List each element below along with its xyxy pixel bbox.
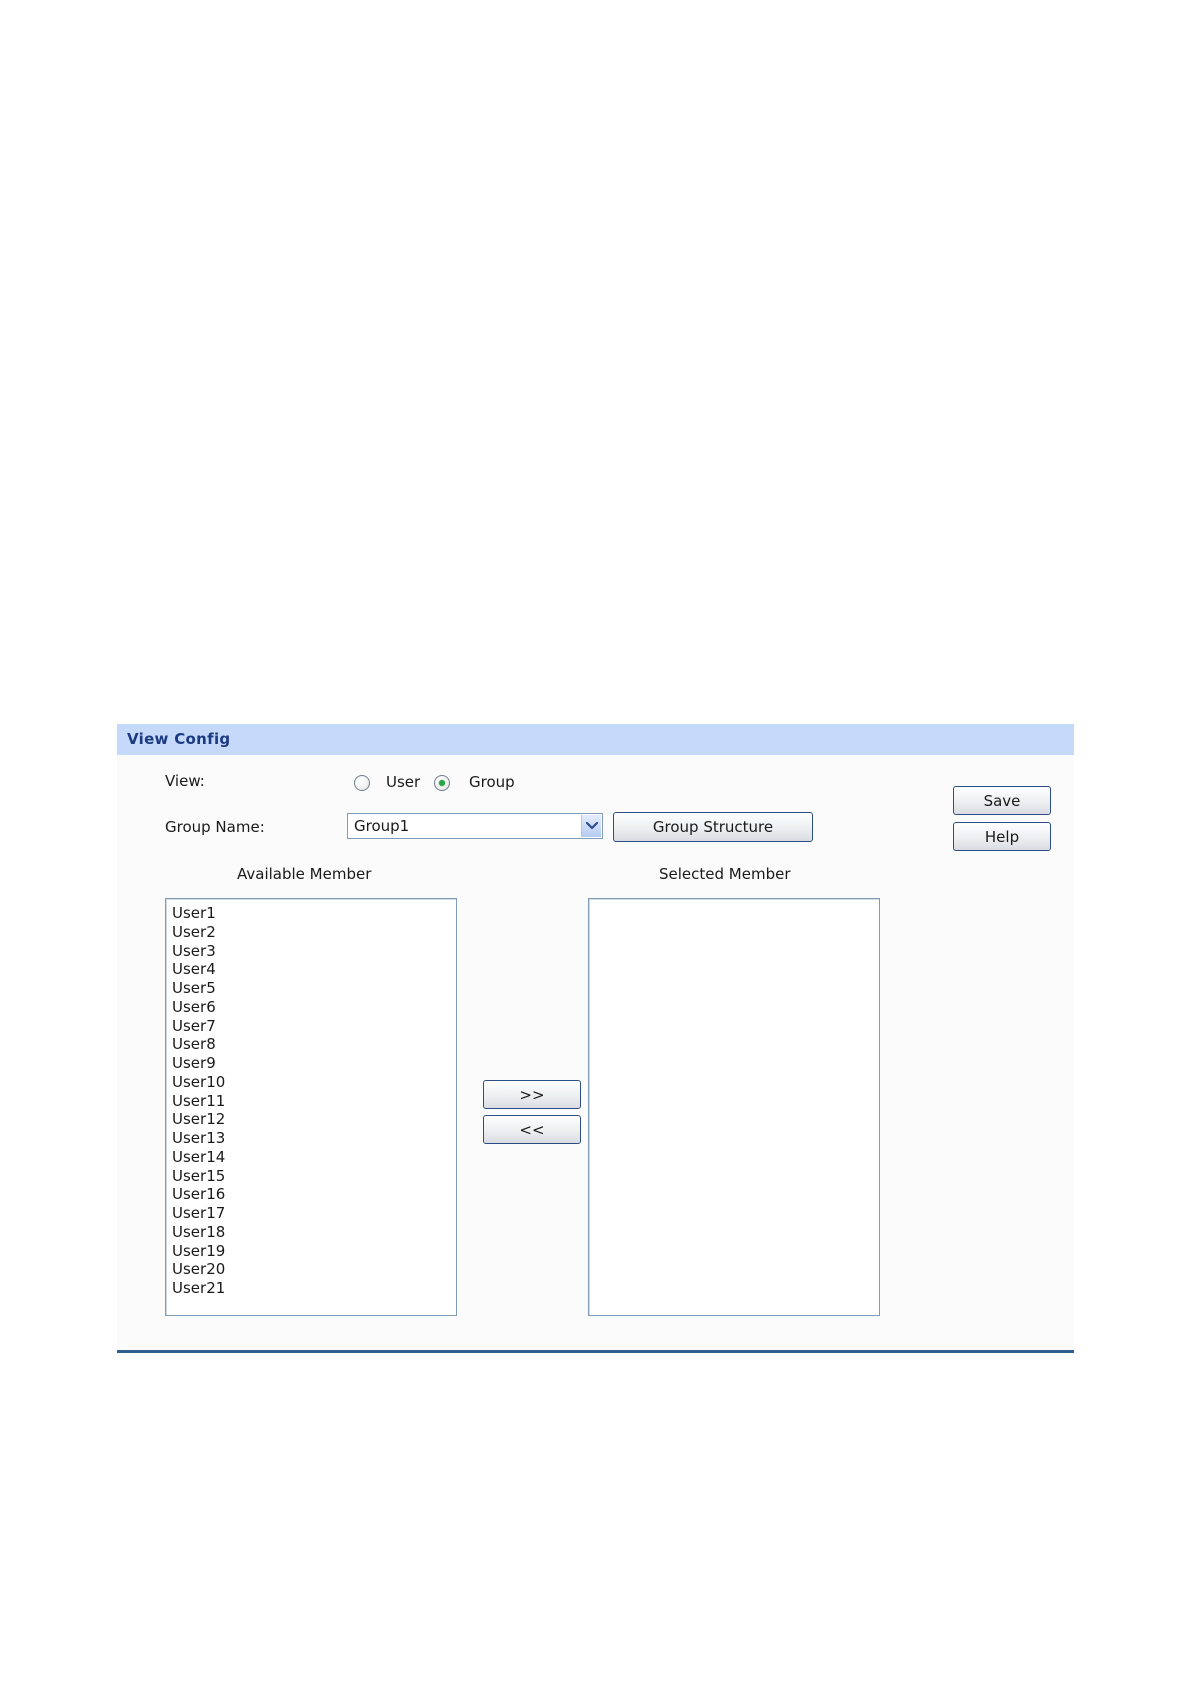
list-item[interactable]: User16 xyxy=(166,1185,456,1204)
panel-body: View: User Group Group Name: Group1 Grou… xyxy=(117,755,1074,1350)
save-button[interactable]: Save xyxy=(953,786,1051,815)
list-item[interactable]: User1 xyxy=(166,904,456,923)
available-member-items: User1 User2 User3 User4 User5 User6 User7 User8… xyxy=(166,904,456,1298)
panel-header: View Config xyxy=(117,724,1074,755)
panel-title: View Config xyxy=(127,730,231,748)
add-member-button[interactable]: >> xyxy=(483,1080,581,1109)
chevron-down-icon xyxy=(586,821,598,830)
list-item[interactable]: User5 xyxy=(166,979,456,998)
group-structure-button[interactable]: Group Structure xyxy=(613,812,813,842)
list-item[interactable]: User2 xyxy=(166,923,456,942)
view-user-label[interactable]: User xyxy=(386,773,420,791)
list-item[interactable]: User8 xyxy=(166,1035,456,1054)
view-group-radio[interactable] xyxy=(434,775,450,791)
group-name-value: Group1 xyxy=(354,817,410,835)
list-item[interactable]: User6 xyxy=(166,998,456,1017)
dropdown-arrow-button[interactable] xyxy=(581,815,601,837)
view-user-radio[interactable] xyxy=(354,775,370,791)
list-item[interactable]: User15 xyxy=(166,1167,456,1186)
list-item[interactable]: User20 xyxy=(166,1260,456,1279)
view-label: View: xyxy=(165,772,205,790)
available-member-list[interactable]: User1 User2 User3 User4 User5 User6 User7 User8… xyxy=(165,898,457,1316)
list-item[interactable]: User4 xyxy=(166,960,456,979)
view-group-label[interactable]: Group xyxy=(469,773,515,791)
panel-bottom-rule xyxy=(117,1350,1074,1353)
list-item[interactable]: User3 xyxy=(166,942,456,961)
help-button[interactable]: Help xyxy=(953,822,1051,851)
group-name-label: Group Name: xyxy=(165,818,265,836)
list-item[interactable]: User14 xyxy=(166,1148,456,1167)
list-item[interactable]: User10 xyxy=(166,1073,456,1092)
list-item[interactable]: User9 xyxy=(166,1054,456,1073)
list-item[interactable]: User11 xyxy=(166,1092,456,1111)
list-item[interactable]: User13 xyxy=(166,1129,456,1148)
selected-member-list[interactable] xyxy=(588,898,880,1316)
available-member-heading: Available Member xyxy=(237,865,372,883)
list-item[interactable]: User18 xyxy=(166,1223,456,1242)
group-name-select[interactable]: Group1 xyxy=(347,813,603,839)
remove-member-button[interactable]: << xyxy=(483,1115,581,1144)
view-config-panel: View Config View: User Group Group Name:… xyxy=(117,724,1074,1354)
list-item[interactable]: User7 xyxy=(166,1017,456,1036)
list-item[interactable]: User12 xyxy=(166,1110,456,1129)
list-item[interactable]: User17 xyxy=(166,1204,456,1223)
list-item[interactable]: User19 xyxy=(166,1242,456,1261)
selected-member-heading: Selected Member xyxy=(659,865,791,883)
list-item[interactable]: User21 xyxy=(166,1279,456,1298)
radio-selected-dot xyxy=(439,780,445,786)
